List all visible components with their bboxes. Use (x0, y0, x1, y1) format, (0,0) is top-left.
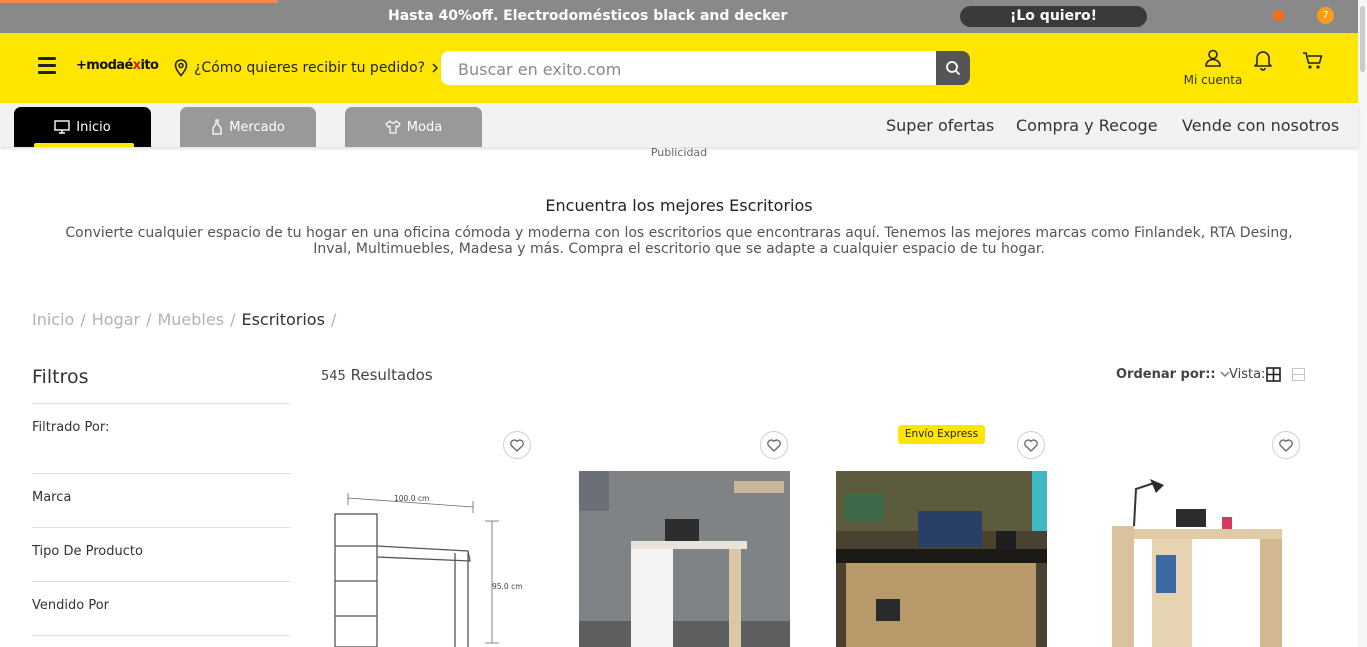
promo-bar: Hasta 40%off. Electrodomésticos black an… (0, 0, 1358, 33)
site-header: +modaéxito ¿Cómo quieres recibir tu pedi… (0, 33, 1358, 103)
results-label: Resultados (350, 366, 433, 384)
filtered-by-section: Filtrado Por: (32, 403, 291, 473)
desk-line-drawing: 100.0 cm 95.0 cm (334, 493, 523, 647)
nav-link-vende[interactable]: Vende con nosotros (1182, 116, 1339, 135)
category-title: Encuentra los mejores Escritorios (545, 196, 813, 215)
heart-icon (767, 438, 781, 452)
scrollbar-track[interactable] (1358, 0, 1367, 647)
wishlist-button[interactable] (760, 431, 788, 459)
heart-icon (1279, 438, 1293, 452)
heart-icon (1024, 438, 1038, 452)
nav-link-compra-recoge[interactable]: Compra y Recoge (1016, 116, 1158, 135)
breadcrumb-item-escritorios: Escritorios (241, 310, 325, 329)
category-nav: Inicio Mercado Moda Super ofertas Compra… (0, 103, 1358, 147)
tab-moda[interactable]: Moda (345, 107, 482, 147)
filter-group-tipo-producto[interactable]: Tipo De Producto (32, 527, 291, 581)
gaming-desk-photo-placeholder (836, 471, 1047, 647)
product-image-3[interactable] (836, 471, 1047, 647)
search-icon (946, 61, 961, 76)
filtered-by-label: Filtrado Por: (32, 420, 110, 435)
dim-width-label: 100.0 cm (394, 494, 429, 503)
product-image-4[interactable] (1094, 471, 1305, 647)
search-button[interactable] (936, 51, 970, 85)
shirt-icon (385, 120, 401, 134)
desk-photo-placeholder (579, 471, 790, 647)
delivery-label: ¿Cómo quieres recibir tu pedido? (194, 60, 426, 76)
cart-button[interactable] (1302, 51, 1324, 75)
chevron-right-icon (432, 63, 439, 73)
user-icon (1205, 49, 1221, 67)
tab-inicio-label: Inicio (76, 119, 111, 135)
shipping-badge: Envío Express (898, 425, 985, 444)
heart-icon (510, 438, 524, 452)
grid-view-icon[interactable] (1266, 367, 1281, 382)
product-image-2[interactable] (579, 471, 790, 647)
scrollbar-thumb[interactable] (1360, 6, 1365, 72)
promo-progress-accent (0, 0, 278, 3)
filter-group-vendido-por[interactable]: Vendido Por (32, 581, 291, 636)
view-label: Vista: (1229, 367, 1266, 382)
location-pin-icon (174, 59, 188, 77)
cart-icon (1303, 52, 1323, 69)
product-image-1[interactable]: 100.0 cm 95.0 cm (320, 471, 531, 647)
tab-inicio[interactable]: Inicio (14, 107, 151, 147)
wishlist-button[interactable] (1272, 431, 1300, 459)
logo-brand-a: é (124, 58, 133, 73)
desktop-icon (54, 120, 70, 134)
filter-group-label: Marca (32, 490, 72, 505)
sort-dropdown[interactable]: Ordenar por:: (1116, 367, 1230, 382)
cart-count-badge: 7 (1317, 7, 1334, 24)
bottle-icon (212, 119, 222, 135)
notification-dot (1273, 10, 1284, 21)
tab-moda-label: Moda (406, 119, 443, 135)
dim-height-label: 95.0 cm (492, 582, 523, 591)
filter-group-label: Tipo De Producto (32, 544, 143, 559)
filter-group-marca[interactable]: Marca (32, 473, 291, 527)
category-description: Convierte cualquier espacio de tu hogar … (65, 225, 1293, 257)
bell-icon (1254, 51, 1272, 71)
list-view-icon[interactable] (1292, 368, 1305, 381)
desk-product-photo-placeholder (1112, 479, 1282, 647)
search-input[interactable] (456, 51, 930, 87)
promo-cta-button[interactable]: ¡Lo quiero! (960, 6, 1147, 27)
notifications-button[interactable] (1253, 49, 1273, 75)
wishlist-button[interactable] (1017, 431, 1045, 459)
breadcrumb-item-muebles[interactable]: Muebles (157, 310, 224, 329)
account-label: Mi cuenta (1183, 73, 1243, 87)
filter-group-label: Vendido Por (32, 598, 109, 613)
breadcrumb-item-hogar[interactable]: Hogar (92, 310, 140, 329)
hamburger-menu-icon[interactable] (38, 57, 56, 75)
ad-label: Publicidad (650, 146, 708, 159)
breadcrumb: Inicio / Hogar / Muebles / Escritorios / (32, 310, 337, 329)
results-number: 545 (321, 369, 346, 384)
sort-label: Ordenar por:: (1116, 367, 1216, 382)
wishlist-button[interactable] (503, 431, 531, 459)
logo-prefix: +moda (76, 58, 125, 73)
results-count: 545 Resultados (321, 366, 433, 384)
logo-brand-b: ito (140, 58, 159, 73)
delivery-selector[interactable]: ¿Cómo quieres recibir tu pedido? (174, 59, 439, 77)
logo[interactable]: +modaéxito (76, 58, 159, 73)
tab-mercado-label: Mercado (229, 119, 285, 135)
promo-text[interactable]: Hasta 40%off. Electrodomésticos black an… (388, 8, 787, 24)
filters-title: Filtros (32, 366, 89, 388)
tab-mercado[interactable]: Mercado (180, 107, 316, 147)
search-bar (441, 51, 970, 87)
account-button[interactable]: Mi cuenta (1180, 49, 1246, 87)
nav-link-super-ofertas[interactable]: Super ofertas (886, 116, 994, 135)
breadcrumb-item-inicio[interactable]: Inicio (32, 310, 74, 329)
